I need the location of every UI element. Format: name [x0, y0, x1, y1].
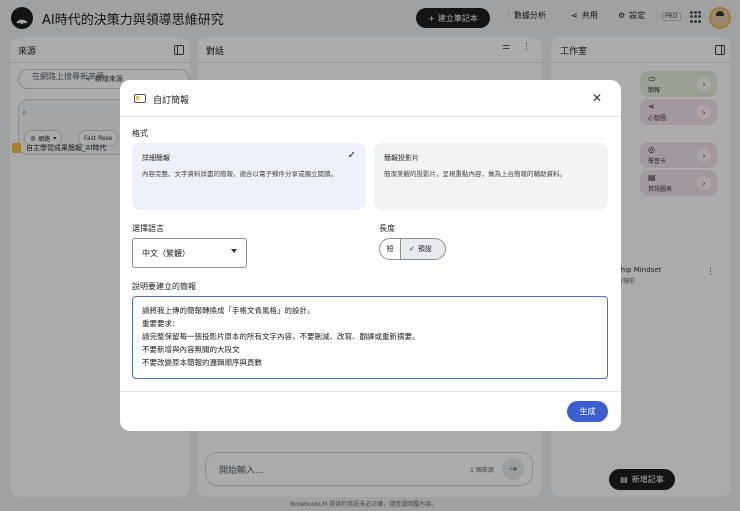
generate-button[interactable]: 生成: [567, 401, 608, 422]
format-option-desc: 簡潔美觀的投影片，呈現重點內容，做為上台簡報的輔助資料。: [384, 170, 566, 178]
prompt-textarea[interactable]: 請將我上傳的簡報轉換成「手帳文青風格」的設計。 重要要求： 請完整保留每一張投影…: [132, 296, 608, 379]
dialog-footer-divider: [120, 391, 621, 392]
format-option-title: 詳細簡報: [142, 154, 170, 162]
language-label: 選擇語言: [132, 224, 164, 233]
length-short-option[interactable]: 短: [379, 238, 401, 260]
format-label: 格式: [132, 129, 148, 138]
prompt-line: 請完整保留每一張投影片原本的所有文字內容，不要刪減、改寫、翻譯或重新摘要。: [142, 332, 420, 341]
prompt-line: 不要改變原本簡報的邏輯順序與頁數: [142, 358, 262, 367]
length-short-label: 短: [386, 245, 394, 253]
prompt-line: 重要要求：: [142, 319, 180, 328]
check-icon: ✓: [409, 245, 415, 253]
prompt-line: 不要新增與內容無關的大段文: [142, 345, 240, 354]
slides-icon: [134, 94, 146, 103]
length-default-option[interactable]: ✓ 預設: [400, 238, 446, 260]
language-value[interactable]: 中文（繁體）: [142, 248, 190, 259]
prompt-label: 說明要建立的簡報: [132, 282, 196, 291]
prompt-line: 請將我上傳的簡報轉換成「手帳文青風格」的設計。: [142, 306, 315, 315]
format-option-slides[interactable]: 簡報投影片 簡潔美觀的投影片，呈現重點內容，做為上台簡報的輔助資料。: [374, 143, 608, 210]
length-label: 長度: [379, 224, 395, 233]
format-option-desc: 內容完整、文字資料詳盡的簡報，適合以電子郵件分享或獨立閱讀。: [142, 170, 337, 178]
check-icon: ✓: [347, 150, 356, 161]
format-option-title: 簡報投影片: [384, 154, 419, 162]
length-default-label: 預設: [417, 245, 432, 253]
format-option-detailed[interactable]: 詳細簡報 ✓ 內容完整、文字資料詳盡的簡報，適合以電子郵件分享或獨立閱讀。: [132, 143, 366, 210]
custom-report-dialog: 自訂簡報 ✕ 格式 詳細簡報 ✓ 內容完整、文字資料詳盡的簡報，適合以電子郵件分…: [120, 80, 621, 431]
dialog-header-divider: [120, 116, 621, 117]
close-icon[interactable]: ✕: [592, 90, 602, 106]
dialog-title: 自訂簡報: [153, 96, 190, 106]
caret-down-icon: [231, 249, 237, 253]
